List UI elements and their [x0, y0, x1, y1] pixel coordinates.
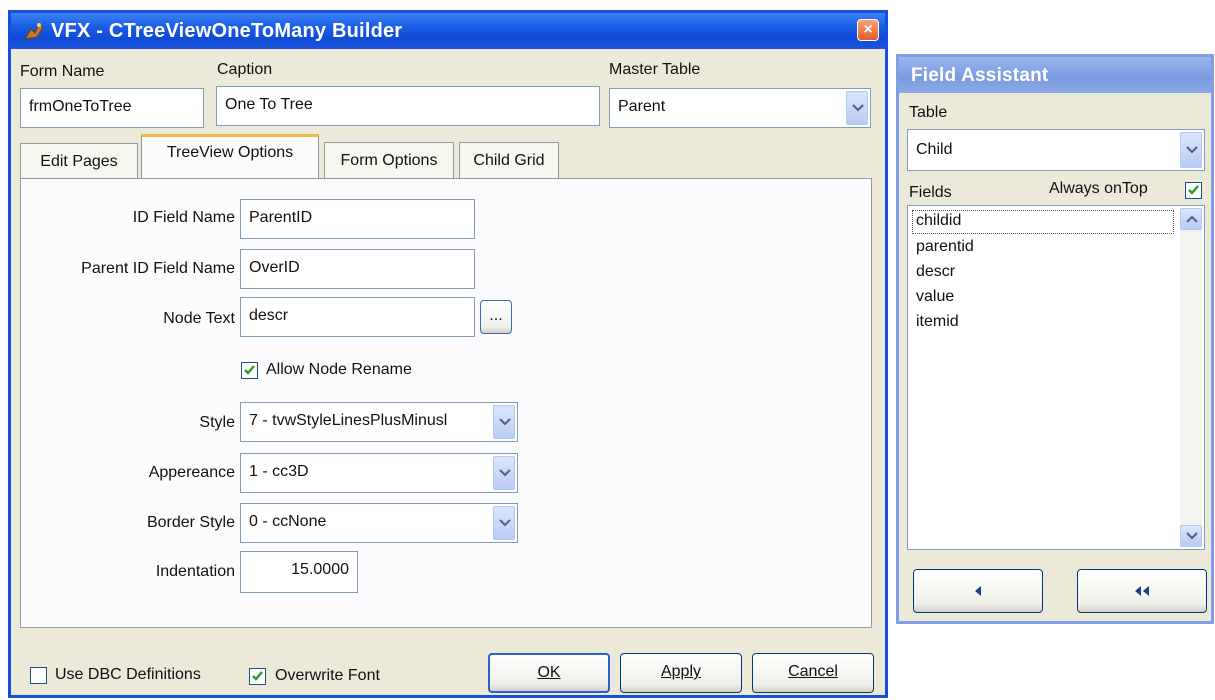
indentation-label: Indentation [155, 563, 235, 580]
appearance-combo[interactable]: 1 - cc3D [240, 453, 518, 493]
table-value: Child [916, 141, 953, 158]
always-on-top-label[interactable]: Always onTop [1049, 180, 1148, 198]
appearance-label: Appereance [148, 464, 235, 481]
list-item[interactable]: value [916, 288, 954, 306]
list-item[interactable]: descr [916, 263, 955, 281]
id-field-label: ID Field Name [132, 209, 235, 226]
close-button[interactable]: × [857, 19, 879, 41]
style-combo[interactable]: 7 - tvwStyleLinesPlusMinusl [240, 402, 518, 442]
allow-node-rename-label[interactable]: Allow Node Rename [266, 361, 412, 379]
node-text-label: Node Text [163, 310, 235, 327]
parent-id-field-label: Parent ID Field Name [81, 260, 235, 277]
table-label: Table [909, 104, 948, 121]
master-table-combo[interactable]: Parent [609, 88, 871, 128]
scroll-up-icon[interactable] [1180, 208, 1202, 230]
allow-node-rename-checkbox[interactable] [241, 362, 258, 379]
fields-listbox[interactable]: childid parentid descr value itemid [907, 205, 1205, 550]
scroll-down-icon[interactable] [1180, 525, 1202, 547]
id-field-input[interactable]: ParentID [240, 199, 475, 239]
tab-form-options[interactable]: Form Options [324, 142, 454, 179]
border-style-combo[interactable]: 0 - ccNone [240, 503, 518, 543]
list-item[interactable]: childid [916, 212, 961, 230]
list-item[interactable]: itemid [916, 313, 959, 331]
style-label: Style [199, 414, 235, 431]
parent-id-field-input[interactable]: OverID [240, 249, 475, 289]
tab-edit-pages[interactable]: Edit Pages [20, 143, 138, 179]
chevron-down-icon[interactable] [1180, 132, 1202, 168]
master-table-value: Parent [618, 98, 666, 115]
overwrite-font-checkbox[interactable] [249, 668, 266, 685]
style-value: 7 - tvwStyleLinesPlusMinusl [249, 412, 448, 429]
field-assistant-window: Field Assistant Table Child Fields Alway… [896, 54, 1214, 624]
fields-label: Fields [909, 184, 952, 201]
indentation-input[interactable]: 15.0000 [240, 551, 358, 593]
ok-button[interactable]: OK [488, 653, 610, 693]
use-dbc-definitions-checkbox[interactable] [30, 667, 47, 684]
list-item[interactable]: parentid [916, 238, 974, 256]
arrow-left-icon [975, 586, 981, 596]
always-on-top-checkbox[interactable] [1185, 182, 1202, 199]
master-table-label: Master Table [609, 61, 701, 78]
cancel-button[interactable]: Cancel [752, 653, 874, 693]
appearance-value: 1 - cc3D [249, 463, 309, 480]
border-style-label: Border Style [146, 514, 235, 531]
move-left-button[interactable] [913, 569, 1043, 613]
vfx-app-icon [23, 21, 45, 41]
treeview-options-panel: ID Field Name ParentID Parent ID Field N… [20, 178, 872, 628]
title-bar[interactable]: VFX - CTreeViewOneToMany Builder × [11, 13, 885, 49]
window-title: VFX - CTreeViewOneToMany Builder [51, 20, 403, 42]
form-name-input[interactable]: frmOneToTree [20, 88, 204, 128]
chevron-down-icon[interactable] [493, 456, 515, 490]
node-text-ellipsis-button[interactable]: ... [480, 300, 512, 334]
field-assistant-title-bar[interactable]: Field Assistant [899, 57, 1211, 93]
chevron-down-icon[interactable] [846, 91, 868, 125]
tab-child-grid[interactable]: Child Grid [459, 142, 559, 179]
move-all-left-button[interactable] [1077, 569, 1207, 613]
form-name-label: Form Name [20, 63, 105, 80]
caption-label: Caption [217, 61, 273, 78]
field-assistant-title: Field Assistant [911, 65, 1049, 86]
use-dbc-definitions-label[interactable]: Use DBC Definitions [55, 666, 201, 684]
chevron-down-icon[interactable] [493, 405, 515, 439]
double-arrow-left-icon [1135, 586, 1149, 596]
chevron-down-icon[interactable] [493, 506, 515, 540]
node-text-input[interactable]: descr [240, 297, 475, 337]
border-style-value: 0 - ccNone [249, 513, 327, 530]
overwrite-font-label[interactable]: Overwrite Font [275, 667, 380, 685]
main-window: VFX - CTreeViewOneToMany Builder × Form … [8, 10, 888, 698]
caption-input[interactable]: One To Tree [216, 86, 600, 126]
table-combo[interactable]: Child [907, 129, 1205, 171]
listbox-scrollbar[interactable] [1180, 208, 1202, 547]
tab-treeview-options[interactable]: TreeView Options [141, 134, 319, 179]
apply-button[interactable]: Apply [620, 653, 742, 693]
